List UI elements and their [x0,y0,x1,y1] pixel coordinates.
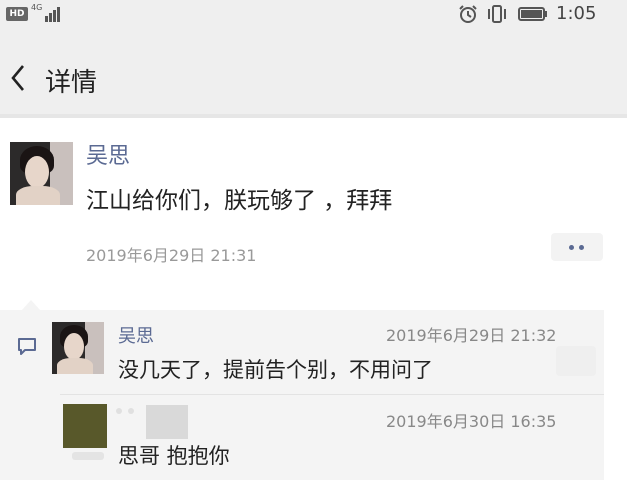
comment-text: 没几天了，提前告个别，不用问了 [118,358,433,382]
poster-name[interactable]: 吴思 [86,138,130,170]
divider [0,114,627,118]
battery-icon [518,7,547,21]
commenter-avatar[interactable] [52,322,104,374]
hd-badge: HD [6,7,28,21]
alarm-icon [459,5,477,23]
comment-author[interactable]: 吴思 [118,322,154,348]
status-bar: HD 4G 1:05 [0,0,627,30]
page-title: 详情 [45,68,98,98]
commenter-avatar[interactable] [63,404,107,448]
vibrate-icon [488,5,506,23]
chevron-left-icon[interactable] [6,58,30,98]
post-time: 2019年6月29日 21:31 [86,246,257,265]
blurred-region [556,346,596,376]
comment-divider [60,394,604,395]
comment-text: 思哥 抱抱你 [118,444,230,468]
network-label: 4G [31,3,43,12]
comment-time: 2019年6月30日 16:35 [386,412,557,431]
signal-icon [45,6,63,22]
status-time: 1:05 [556,3,597,24]
comment-icon [18,338,36,355]
more-dots-icon [569,245,574,250]
blurred-name [146,405,188,439]
post-text: 江山给你们，朕玩够了 ，拜拜 [86,188,393,214]
blurred-name [112,408,142,418]
more-options-button[interactable] [551,233,603,261]
comments-pointer [22,300,40,310]
comment-time: 2019年6月29日 21:32 [386,326,557,345]
blurred-region [72,452,104,460]
poster-avatar[interactable] [10,142,73,205]
